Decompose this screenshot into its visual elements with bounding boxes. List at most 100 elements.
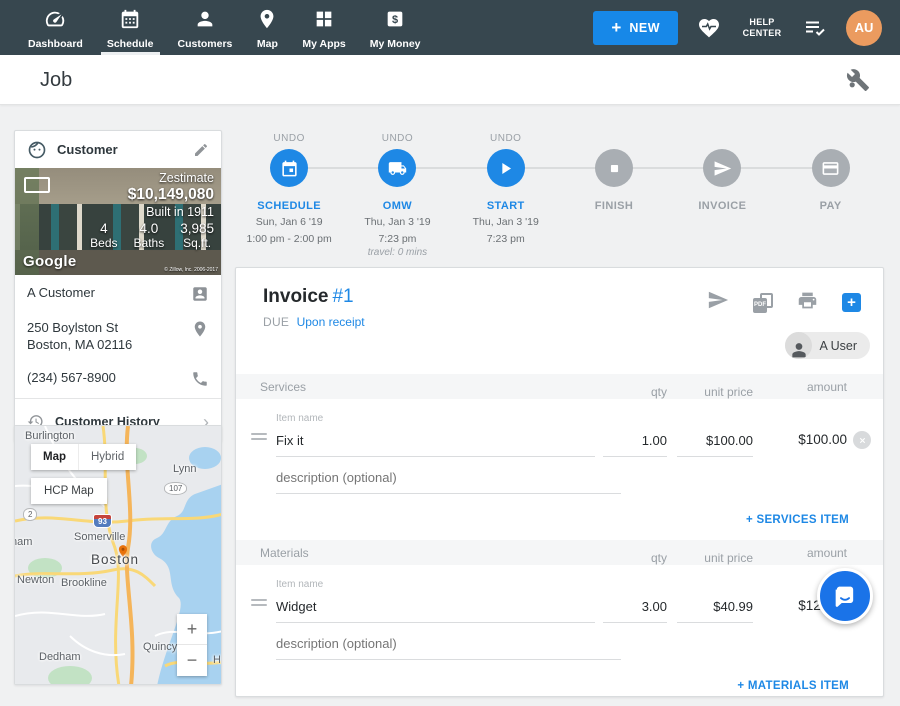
undo-omw-link[interactable]: UNDO bbox=[382, 133, 413, 149]
map-label-somerville: Somerville bbox=[74, 531, 125, 543]
material-item-name-input[interactable] bbox=[276, 596, 595, 623]
timeline-step-start: UNDO START Thu, Jan 3 '19 7:23 pm bbox=[452, 133, 560, 259]
nav-items: Dashboard Schedule Customers Map My Apps… bbox=[0, 0, 433, 55]
drag-handle-icon[interactable] bbox=[251, 430, 267, 443]
streetview-icon bbox=[24, 177, 50, 193]
customer-name-row: A Customer bbox=[15, 275, 221, 310]
materials-section-label: Materials bbox=[260, 546, 603, 560]
calendar-icon bbox=[280, 159, 299, 178]
invoice-number[interactable]: #1 bbox=[332, 286, 353, 307]
invoice-step-button[interactable] bbox=[703, 149, 741, 187]
add-materials-item-link[interactable]: + MATERIALS ITEM bbox=[236, 660, 883, 706]
omw-step-button[interactable] bbox=[378, 149, 416, 187]
map-type-hybrid-button[interactable]: Hybrid bbox=[79, 444, 136, 470]
due-value-link[interactable]: Upon receipt bbox=[297, 315, 365, 329]
service-unit-price-input[interactable] bbox=[677, 430, 753, 457]
assignee-avatar-icon bbox=[785, 332, 812, 359]
customer-card-header: Customer bbox=[15, 131, 221, 168]
nav-label: Schedule bbox=[107, 38, 154, 50]
finish-step-button[interactable] bbox=[595, 149, 633, 187]
material-qty-input[interactable] bbox=[603, 596, 667, 623]
zestimate-overlay: Zestimate $10,149,080 Built in 1911 4Bed… bbox=[90, 171, 214, 250]
remove-service-item-icon[interactable] bbox=[853, 431, 871, 449]
map-label-boston: Boston bbox=[91, 552, 139, 567]
zoom-out-button[interactable]: − bbox=[177, 645, 207, 676]
page-title: Job bbox=[40, 69, 72, 92]
zoom-in-button[interactable]: + bbox=[177, 614, 207, 645]
material-unit-price-input[interactable] bbox=[677, 596, 753, 623]
user-avatar[interactable]: AU bbox=[846, 10, 882, 46]
service-qty-input[interactable] bbox=[603, 430, 667, 457]
timeline-step-invoice: INVOICE bbox=[668, 133, 776, 259]
nav-item-dashboard[interactable]: Dashboard bbox=[16, 0, 95, 55]
location-pin-icon[interactable] bbox=[191, 320, 209, 338]
undo-schedule-link[interactable]: UNDO bbox=[273, 133, 304, 149]
undo-start-link[interactable]: UNDO bbox=[490, 133, 521, 149]
contact-card-icon[interactable] bbox=[191, 285, 209, 303]
street-photo[interactable]: Zestimate $10,149,080 Built in 1911 4Bed… bbox=[15, 168, 221, 275]
job-settings-icon[interactable] bbox=[846, 68, 870, 92]
pdf-badge: PDF bbox=[753, 298, 767, 313]
service-item-name-input[interactable] bbox=[276, 430, 595, 457]
print-icon[interactable] bbox=[797, 290, 818, 316]
timeline-step-schedule: UNDO SCHEDULE Sun, Jan 6 '19 1:00 pm - 2… bbox=[235, 133, 343, 259]
hcp-map-button[interactable]: HCP Map bbox=[31, 478, 107, 504]
job-timeline: UNDO SCHEDULE Sun, Jan 6 '19 1:00 pm - 2… bbox=[235, 133, 885, 263]
plus-icon: + bbox=[611, 19, 621, 36]
invoice-header: Invoice#1 DUE Upon receipt PDF + A User bbox=[236, 268, 883, 374]
service-description-input[interactable] bbox=[276, 467, 621, 494]
services-header-band: Services qty unit price amount bbox=[236, 374, 883, 399]
help-center-link[interactable]: HELP CENTER bbox=[740, 17, 784, 39]
assignee-chip[interactable]: A User bbox=[785, 332, 870, 359]
map-label-newton: Newton bbox=[17, 574, 54, 586]
nav-item-map[interactable]: Map bbox=[244, 0, 290, 55]
add-services-item-link[interactable]: + SERVICES ITEM bbox=[236, 494, 883, 540]
baths-label: Baths bbox=[134, 236, 165, 250]
checklist-icon[interactable] bbox=[802, 15, 828, 41]
nav-item-my-apps[interactable]: My Apps bbox=[290, 0, 357, 55]
service-amount: $100.00 bbox=[767, 432, 847, 457]
unit-price-column-header: unit price bbox=[677, 551, 753, 565]
item-name-label: Item name bbox=[276, 413, 595, 424]
map-label-lynn: Lynn bbox=[173, 463, 196, 475]
send-invoice-icon[interactable] bbox=[707, 289, 729, 316]
services-section-label: Services bbox=[260, 380, 603, 394]
start-step-button[interactable] bbox=[487, 149, 525, 187]
drag-handle-icon[interactable] bbox=[251, 596, 267, 609]
truck-icon bbox=[388, 159, 407, 178]
material-item-row: Item name $122.97 bbox=[251, 579, 877, 623]
chat-bubble-icon bbox=[831, 582, 859, 610]
timeline-step-pay: PAY bbox=[776, 133, 884, 259]
google-logo: Google bbox=[23, 253, 76, 270]
top-nav: Dashboard Schedule Customers Map My Apps… bbox=[0, 0, 900, 55]
nav-item-my-money[interactable]: $ My Money bbox=[358, 0, 433, 55]
travel-time: travel: 0 mins bbox=[368, 246, 427, 259]
schedule-step-button[interactable] bbox=[270, 149, 308, 187]
nav-label: Customers bbox=[178, 38, 233, 50]
pay-step-button[interactable] bbox=[812, 149, 850, 187]
invoice-card: Invoice#1 DUE Upon receipt PDF + A User … bbox=[235, 267, 884, 697]
invoice-due: DUE Upon receipt bbox=[263, 315, 365, 329]
grid-icon bbox=[313, 8, 335, 35]
map-label-burlington: Burlington bbox=[25, 430, 75, 442]
chat-fab-button[interactable] bbox=[817, 568, 873, 624]
add-invoice-icon[interactable]: + bbox=[842, 293, 861, 312]
nav-item-customers[interactable]: Customers bbox=[166, 0, 245, 55]
referrals-heart-icon[interactable] bbox=[696, 15, 722, 41]
map-type-map-button[interactable]: Map bbox=[31, 444, 79, 470]
nav-item-schedule[interactable]: Schedule bbox=[95, 0, 166, 55]
stop-icon bbox=[605, 159, 624, 178]
qty-column-header: qty bbox=[603, 551, 667, 565]
assignee-name: A User bbox=[819, 339, 857, 353]
customer-phone: (234) 567-8900 bbox=[27, 369, 116, 386]
pdf-icon[interactable]: PDF bbox=[753, 293, 773, 313]
new-button[interactable]: + NEW bbox=[593, 11, 678, 45]
map-card: Burlington Lynn 107 2 93 ham Somerville … bbox=[14, 425, 222, 685]
material-description-input[interactable] bbox=[276, 633, 621, 660]
edit-pencil-icon[interactable] bbox=[193, 142, 209, 158]
amount-column-header: amount bbox=[767, 380, 847, 394]
phone-icon[interactable] bbox=[191, 370, 209, 388]
baths-value: 4.0 bbox=[134, 221, 165, 236]
customer-card-title: Customer bbox=[57, 142, 193, 157]
timeline-step-omw: UNDO OMW Thu, Jan 3 '19 7:23 pm travel: … bbox=[343, 133, 451, 259]
